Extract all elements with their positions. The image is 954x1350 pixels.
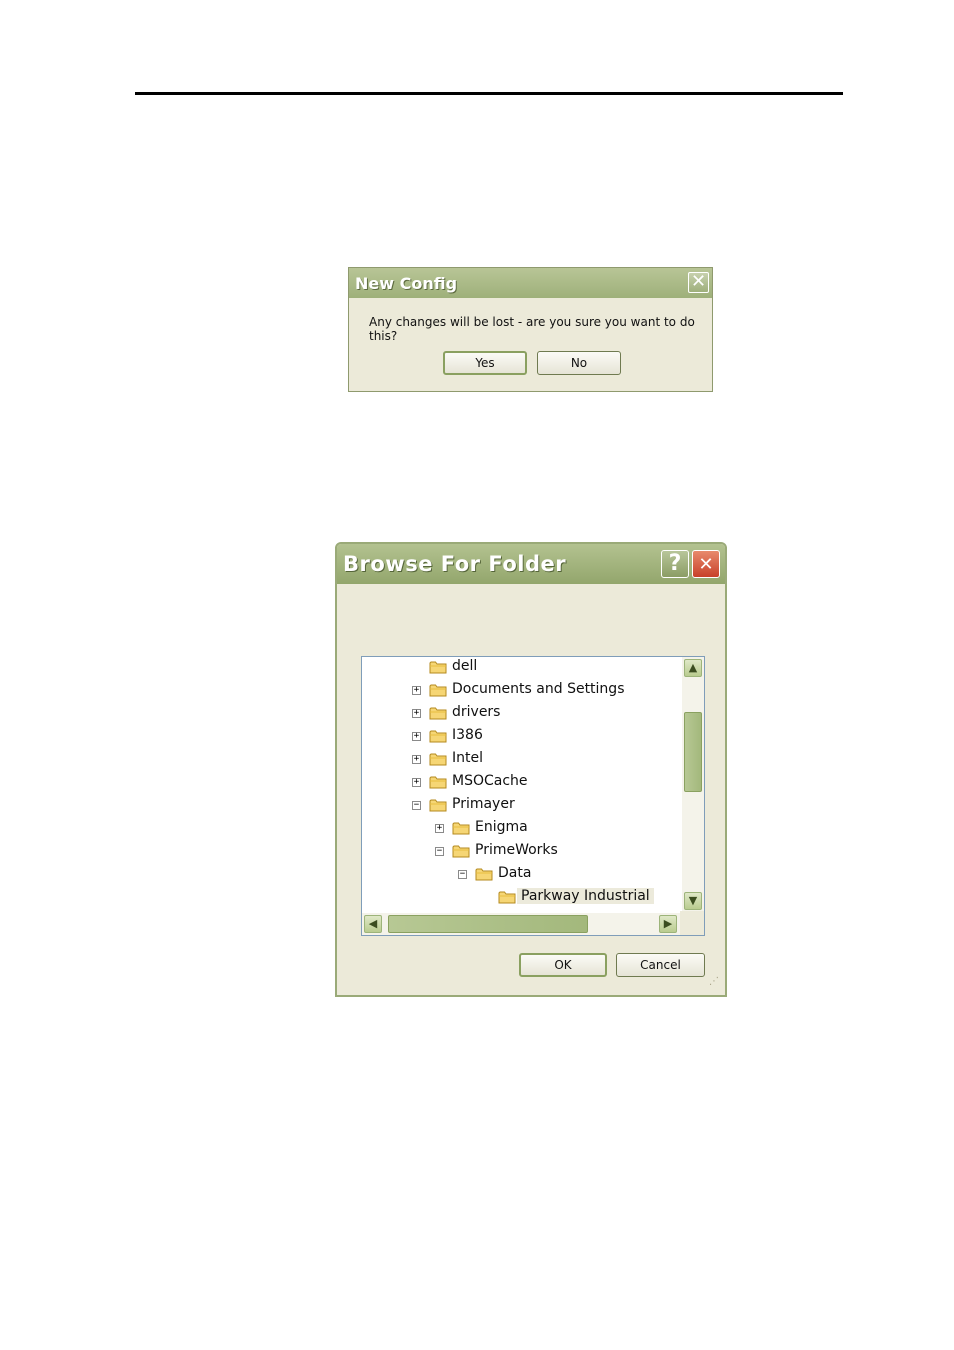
scroll-right-button[interactable]: ▶ <box>659 915 677 933</box>
close-button[interactable]: ✕ <box>688 271 709 293</box>
tree-item-label: I386 <box>452 727 483 743</box>
tree-item-label: Enigma <box>475 819 528 835</box>
scrollbar-corner <box>680 911 704 935</box>
collapse-icon[interactable]: − <box>435 847 444 856</box>
new-config-title: New Config <box>355 274 458 293</box>
new-config-dialog: New Config ✕ Any changes will be lost - … <box>348 267 713 392</box>
confirm-message: Any changes will be lost - are you sure … <box>369 315 695 343</box>
folder-icon <box>429 729 447 743</box>
scroll-up-button[interactable]: ▲ <box>684 659 702 677</box>
folder-icon <box>452 821 470 835</box>
browse-title: Browse For Folder <box>343 552 567 576</box>
tree-item-label: dell <box>452 658 478 674</box>
cancel-button[interactable]: Cancel <box>616 953 705 977</box>
no-button[interactable]: No <box>537 351 621 375</box>
tree-item-label: Parkway Industrial <box>517 888 654 904</box>
browse-for-folder-dialog: Browse For Folder ? ✕ dell + Documents and… <box>335 542 727 997</box>
ok-button[interactable]: OK <box>519 953 607 977</box>
expand-icon[interactable]: + <box>412 755 421 764</box>
folder-icon <box>498 890 516 904</box>
collapse-icon[interactable]: − <box>412 801 421 810</box>
resize-grip-icon[interactable]: ⋰ <box>709 977 721 991</box>
folder-icon <box>429 752 447 766</box>
tree-item[interactable]: + drivers <box>362 703 682 725</box>
tree-item-label: Intel <box>452 750 483 766</box>
tree-item[interactable]: dell <box>362 657 682 679</box>
folder-icon <box>429 775 447 789</box>
chevron-right-icon: ▶ <box>663 917 673 930</box>
tree-item[interactable]: + Enigma <box>362 818 682 840</box>
folder-icon <box>429 683 447 697</box>
folder-icon <box>452 844 470 858</box>
chevron-left-icon: ◀ <box>368 917 378 930</box>
tree-item[interactable]: Parkway Industrial <box>362 887 682 909</box>
expand-icon[interactable]: + <box>412 778 421 787</box>
folder-icon <box>475 867 493 881</box>
tree-item[interactable]: − Data <box>362 864 682 886</box>
tree-item[interactable]: + Intel <box>362 749 682 771</box>
tree-item-label: PrimeWorks <box>475 842 558 858</box>
expand-icon[interactable]: + <box>412 709 421 718</box>
help-icon: ? <box>668 551 682 576</box>
new-config-titlebar[interactable]: New Config ✕ <box>349 268 712 298</box>
vertical-scroll-thumb[interactable] <box>684 712 702 792</box>
tree-item-label: Data <box>498 865 532 881</box>
yes-button[interactable]: Yes <box>443 351 527 375</box>
close-icon: ✕ <box>698 554 714 575</box>
chevron-up-icon: ▲ <box>688 661 698 674</box>
horizontal-scrollbar[interactable]: ◀ ▶ <box>362 913 682 935</box>
tree-item[interactable]: + I386 <box>362 726 682 748</box>
folder-icon <box>429 660 447 674</box>
tree-item[interactable]: + MSOCache <box>362 772 682 794</box>
page-header-rule <box>135 92 843 95</box>
tree-item[interactable]: − Primayer <box>362 795 682 817</box>
help-button[interactable]: ? <box>661 550 689 578</box>
expand-icon[interactable]: + <box>435 824 444 833</box>
close-button[interactable]: ✕ <box>692 550 720 578</box>
horizontal-scroll-thumb[interactable] <box>388 915 588 933</box>
tree-item-label: drivers <box>452 704 501 720</box>
close-icon: ✕ <box>690 271 707 292</box>
expand-icon[interactable]: + <box>412 732 421 741</box>
expand-icon[interactable]: + <box>412 686 421 695</box>
tree-item[interactable]: + Documents and Settings <box>362 680 682 702</box>
tree-item-label: Primayer <box>452 796 515 812</box>
browse-titlebar[interactable]: Browse For Folder ? ✕ <box>337 544 725 584</box>
tree-item-label: Documents and Settings <box>452 681 625 697</box>
folder-tree[interactable]: dell + Documents and Settings + drivers + I386… <box>361 656 705 936</box>
folder-icon <box>429 798 447 812</box>
scroll-down-button[interactable]: ▼ <box>684 892 702 910</box>
vertical-scrollbar[interactable]: ▲ ▼ <box>682 657 704 912</box>
tree-item-label: MSOCache <box>452 773 528 789</box>
scroll-left-button[interactable]: ◀ <box>364 915 382 933</box>
collapse-icon[interactable]: − <box>458 870 467 879</box>
chevron-down-icon: ▼ <box>688 894 698 907</box>
folder-icon <box>429 706 447 720</box>
tree-item[interactable]: − PrimeWorks <box>362 841 682 863</box>
